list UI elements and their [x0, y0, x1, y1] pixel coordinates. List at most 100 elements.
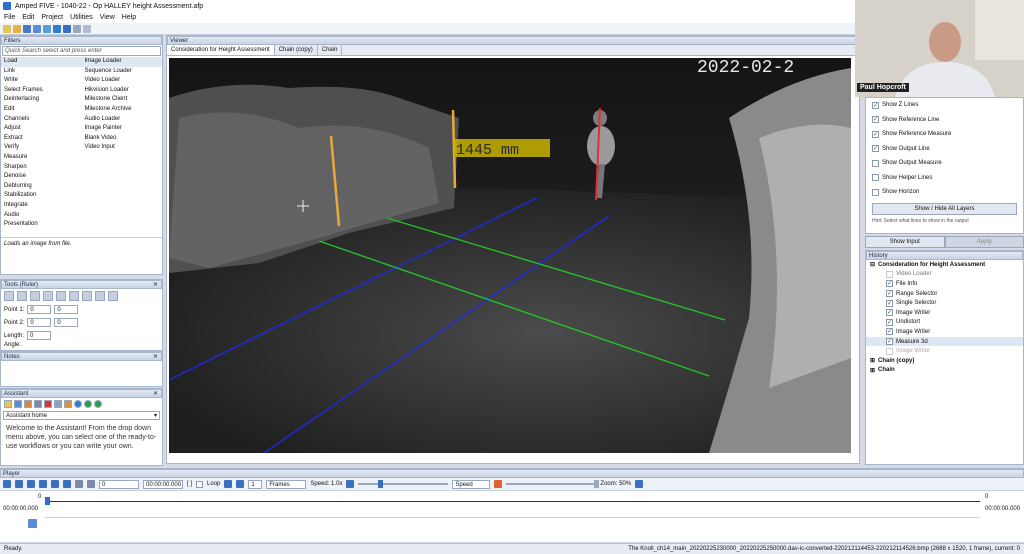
new-project-icon[interactable]: [3, 24, 11, 33]
filter-item[interactable]: Video Input: [82, 143, 163, 153]
checkbox-icon[interactable]: ✓: [886, 299, 893, 307]
playhead[interactable]: [45, 497, 50, 505]
category-item[interactable]: Sharpen: [1, 163, 82, 173]
category-item[interactable]: Link: [1, 67, 82, 77]
chain-root-2[interactable]: ⊞ Chain: [866, 366, 1023, 376]
checkbox-icon[interactable]: ✓: [886, 328, 893, 336]
refresh-icon[interactable]: [3, 480, 11, 488]
category-item[interactable]: Extract: [1, 134, 82, 144]
category-item[interactable]: Stabilization: [1, 191, 82, 201]
expand-icon[interactable]: ⊞: [870, 357, 875, 364]
point2-x-input[interactable]: 0: [27, 318, 52, 327]
filter-item[interactable]: Image Loader: [81, 57, 162, 67]
menu-project[interactable]: Project: [41, 14, 63, 21]
category-item[interactable]: Integrate: [1, 201, 82, 211]
checkbox-icon[interactable]: ✓: [886, 338, 893, 346]
checkbox-icon[interactable]: ✓: [886, 280, 893, 288]
pointer-tool-icon[interactable]: [4, 291, 14, 301]
timeline-info-icon[interactable]: [28, 519, 37, 528]
delete-icon[interactable]: [44, 400, 52, 408]
play-icon[interactable]: [84, 400, 92, 408]
checkbox-icon[interactable]: [872, 174, 879, 182]
loop-checkbox[interactable]: [196, 480, 204, 488]
checkbox-icon[interactable]: ✓: [886, 309, 893, 317]
step-input[interactable]: 1: [248, 479, 263, 489]
first-frame-icon[interactable]: [27, 480, 35, 488]
category-item[interactable]: Presentation: [1, 220, 82, 230]
chain-copy-root[interactable]: ⊞ Chain (copy): [866, 356, 1023, 366]
show-input-button[interactable]: Show Input: [865, 236, 945, 248]
grid-tool-icon[interactable]: [82, 291, 92, 301]
option-show-horizon[interactable]: Show Horizon: [866, 185, 1023, 200]
close-icon[interactable]: ✕: [153, 281, 158, 288]
step-forward-icon[interactable]: [236, 480, 245, 488]
filter-item[interactable]: Blank Video: [82, 134, 163, 144]
checkbox-icon[interactable]: ✓: [886, 318, 893, 326]
close-icon[interactable]: ✕: [153, 353, 158, 360]
menu-utilities[interactable]: Utilities: [70, 14, 93, 21]
history-entry-selected[interactable]: ✓ Measure 3d: [866, 336, 1023, 347]
category-item[interactable]: Audio: [1, 211, 82, 221]
category-item[interactable]: Write: [1, 76, 82, 86]
category-item[interactable]: Edit: [1, 105, 82, 115]
refresh-icon[interactable]: [74, 400, 82, 408]
import-icon[interactable]: [64, 400, 72, 408]
tab-chain[interactable]: Chain: [318, 45, 343, 55]
history-entry[interactable]: ✓ Range Selector: [866, 289, 1023, 299]
checkbox-icon[interactable]: ✓: [872, 116, 879, 124]
new-workflow-icon[interactable]: [4, 400, 12, 408]
add-chain-icon[interactable]: [43, 24, 51, 33]
checkbox-icon[interactable]: ✓: [872, 101, 879, 109]
pan-tool-icon[interactable]: [43, 291, 53, 301]
speed-slider[interactable]: [358, 480, 449, 488]
option-show-reference-measure[interactable]: ✓ Show Reference Measure: [866, 127, 1023, 142]
unit-select[interactable]: Frames: [266, 479, 307, 489]
timeline[interactable]: 0 0 00:00:00.000 00:00:00.000: [0, 491, 1024, 537]
checkbox-icon[interactable]: [872, 188, 879, 196]
reset-speed-icon[interactable]: [346, 480, 355, 488]
zoom-slider[interactable]: [506, 480, 600, 488]
apply-button[interactable]: Apply: [944, 236, 1024, 248]
menu-edit[interactable]: Edit: [22, 14, 34, 21]
checkbox-icon[interactable]: [886, 347, 893, 355]
filter-item[interactable]: Milestone Client: [82, 95, 163, 105]
category-item[interactable]: Channels: [1, 115, 82, 125]
checkbox-icon[interactable]: [872, 159, 879, 167]
filter-item[interactable]: Hikvision Loader: [82, 86, 163, 96]
collapse-icon[interactable]: ⊟: [870, 261, 875, 268]
option-show-output-measure[interactable]: Show Output Measure: [866, 156, 1023, 171]
prev-frame-icon[interactable]: [39, 480, 47, 488]
save-as-icon[interactable]: [33, 24, 41, 33]
screenshot-icon[interactable]: [75, 480, 83, 488]
close-icon[interactable]: ✕: [153, 390, 158, 397]
history-entry[interactable]: Image Writer: [866, 346, 1023, 356]
category-item[interactable]: Deinterlacing: [1, 95, 82, 105]
checkbox-icon[interactable]: ✓: [886, 290, 893, 298]
filter-item[interactable]: Milestone Archive: [82, 105, 163, 115]
checkbox-icon[interactable]: ✓: [872, 130, 879, 138]
option-show-output-line[interactable]: ✓ Show Output Line: [866, 142, 1023, 157]
category-item[interactable]: Load: [1, 57, 82, 67]
refresh-icon[interactable]: [53, 24, 61, 33]
clock-tool-icon[interactable]: [56, 291, 66, 301]
history-entry[interactable]: ✓ Undistort: [866, 318, 1023, 328]
export-icon[interactable]: [54, 400, 62, 408]
option-show-reference-line[interactable]: ✓ Show Reference Line: [866, 113, 1023, 128]
tab-consideration[interactable]: Consideration for Height Assessment: [167, 45, 275, 55]
toggle-all-layers-button[interactable]: Show / Hide All Layers: [872, 202, 1017, 215]
point1-y-input[interactable]: 0: [54, 305, 79, 314]
settings-icon[interactable]: [34, 400, 42, 408]
history-entry[interactable]: ✓ Single Selector: [866, 298, 1023, 308]
category-item[interactable]: Denoise: [1, 172, 82, 182]
filter-item[interactable]: Sequence Loader: [82, 67, 163, 77]
open-project-icon[interactable]: [13, 24, 21, 33]
last-frame-icon[interactable]: [63, 480, 71, 488]
chain-root[interactable]: ⊟ Consideration for Height Assessment: [866, 260, 1023, 270]
rectangle-tool-icon[interactable]: [30, 291, 40, 301]
expand-icon[interactable]: ⊞: [870, 367, 875, 374]
menu-file[interactable]: File: [4, 14, 15, 21]
zoom-tool-icon[interactable]: [17, 291, 27, 301]
step-back-icon[interactable]: [224, 480, 233, 488]
checkbox-icon[interactable]: ✓: [872, 145, 879, 153]
filter-item[interactable]: Image Painter: [82, 124, 163, 134]
